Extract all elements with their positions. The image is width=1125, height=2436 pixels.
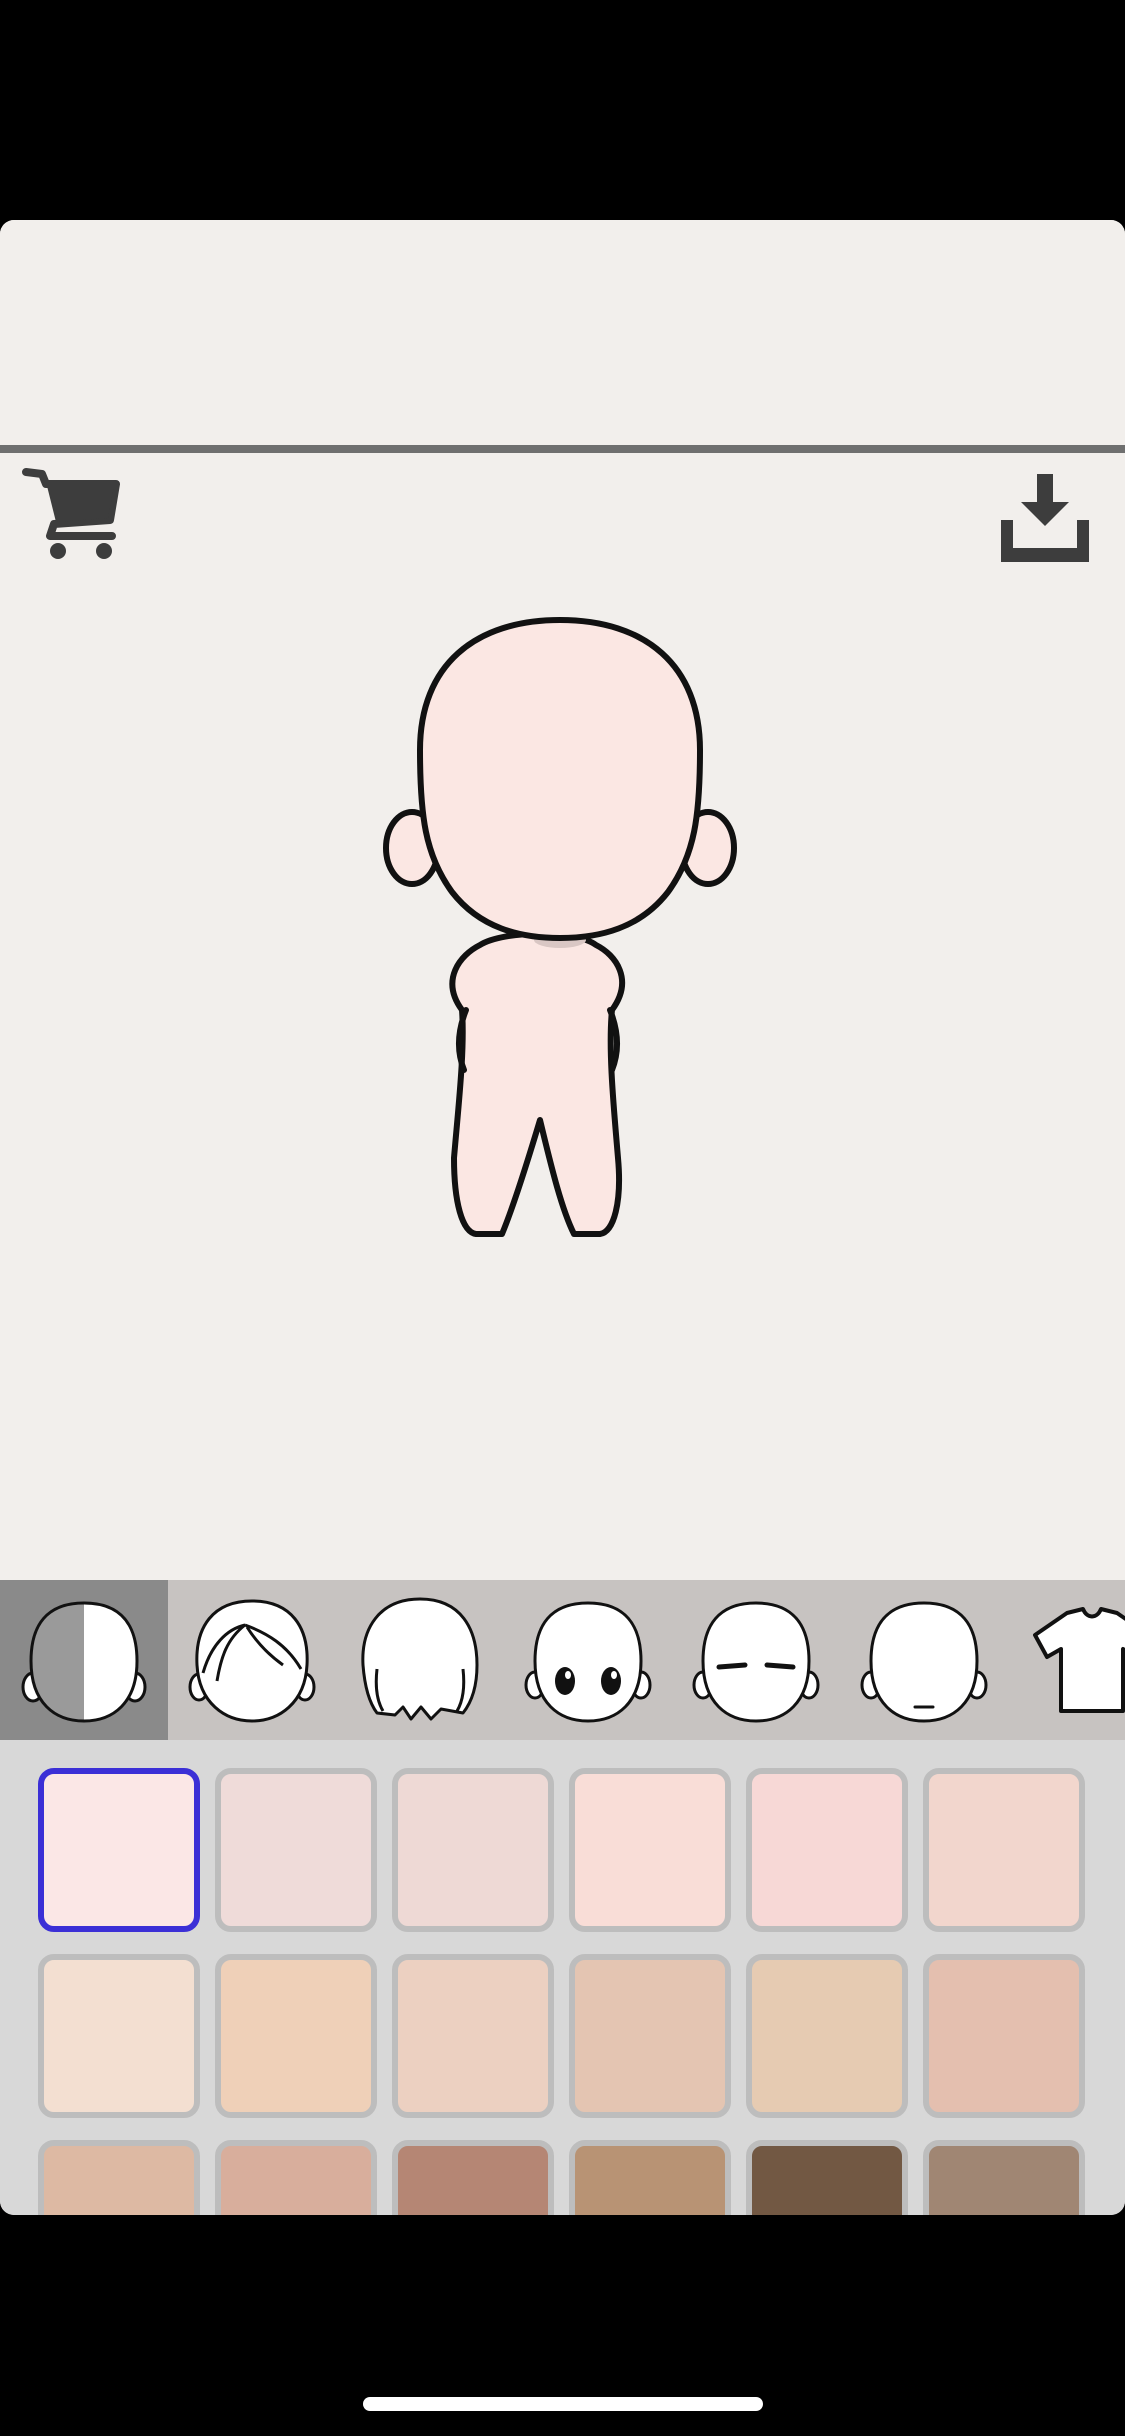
color-swatch[interactable]	[215, 1954, 377, 2118]
character-preview	[383, 616, 737, 1237]
skin-tone-tab-icon	[21, 1601, 147, 1723]
download-icon	[1001, 474, 1089, 562]
shirt-tab-icon	[1033, 1607, 1125, 1713]
tab-eyebrows[interactable]	[672, 1580, 840, 1740]
tab-mouth[interactable]	[840, 1580, 1008, 1740]
banner-divider	[0, 445, 1125, 453]
banner-area	[0, 220, 1125, 445]
category-tab-bar	[0, 1580, 1125, 1740]
color-swatch[interactable]	[392, 2140, 554, 2215]
tab-eyes[interactable]	[504, 1580, 672, 1740]
front-hair-tab-icon	[188, 1599, 316, 1723]
color-swatch[interactable]	[923, 1954, 1085, 2118]
app-screen	[0, 220, 1125, 2215]
color-swatch[interactable]	[38, 1954, 200, 2118]
skin-color-palette	[0, 1740, 1125, 2215]
color-swatch[interactable]	[392, 1954, 554, 2118]
tab-skin[interactable]	[0, 1580, 168, 1740]
color-swatch[interactable]	[215, 2140, 377, 2215]
mouth-tab-icon	[860, 1601, 988, 1723]
download-button[interactable]	[990, 465, 1100, 575]
color-swatch[interactable]	[746, 1954, 908, 2118]
tab-clothes[interactable]	[1008, 1580, 1125, 1740]
home-indicator[interactable]	[363, 2397, 763, 2411]
cart-icon	[22, 468, 120, 559]
swatch-grid	[38, 1768, 1085, 2215]
color-swatch[interactable]	[746, 1768, 908, 1932]
tab-back-hair[interactable]	[336, 1580, 504, 1740]
color-swatch[interactable]	[746, 2140, 908, 2215]
color-swatch[interactable]	[923, 1768, 1085, 1932]
color-swatch[interactable]	[923, 2140, 1085, 2215]
color-swatch[interactable]	[569, 1768, 731, 1932]
color-swatch[interactable]	[38, 2140, 200, 2215]
cart-button[interactable]	[20, 460, 130, 570]
back-hair-tab-icon	[361, 1597, 479, 1721]
color-swatch[interactable]	[392, 1768, 554, 1932]
color-swatch[interactable]	[569, 2140, 731, 2215]
eyes-tab-icon	[524, 1601, 652, 1723]
color-swatch[interactable]	[38, 1768, 200, 1932]
color-swatch[interactable]	[215, 1768, 377, 1932]
color-swatch[interactable]	[569, 1954, 731, 2118]
tab-front-hair[interactable]	[168, 1580, 336, 1740]
eyebrows-tab-icon	[692, 1601, 820, 1723]
